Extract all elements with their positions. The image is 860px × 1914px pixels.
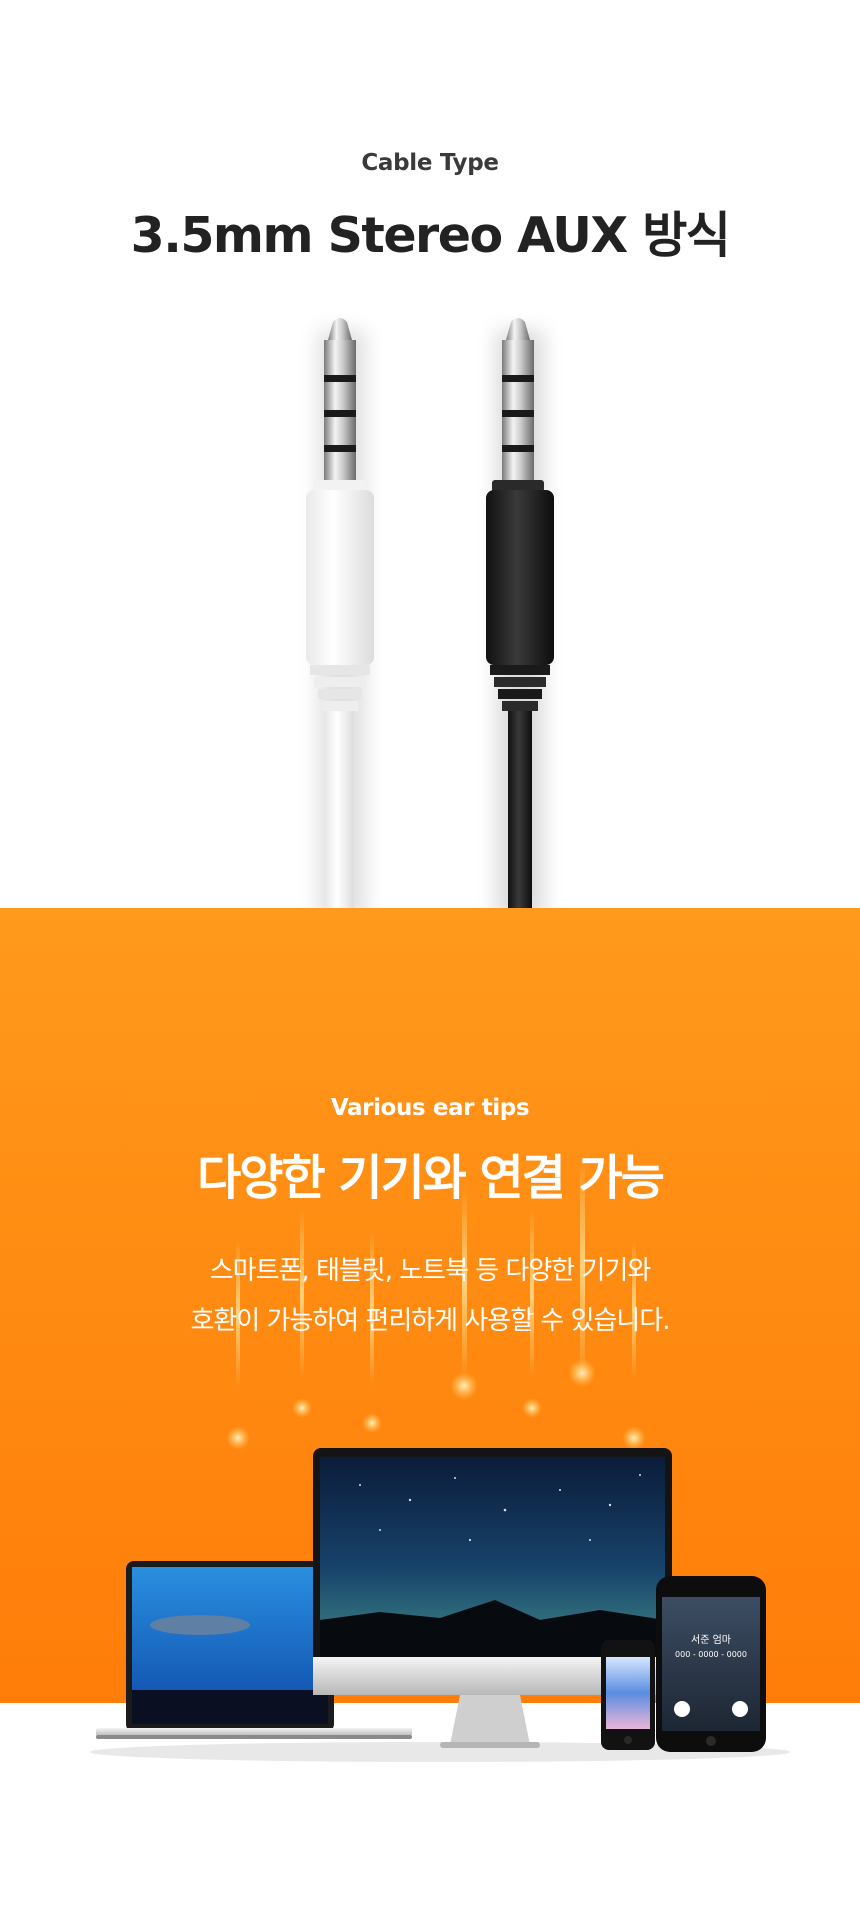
caller-number: 000 - 0000 - 0000: [675, 1650, 747, 1659]
whale-shark: [150, 1615, 250, 1635]
answer-call-icon: [674, 1701, 690, 1717]
devices-subtitle: Various ear tips: [330, 1095, 530, 1121]
description-line-2: 호환이 가능하여 편리하게 사용할 수 있습니다.: [190, 1306, 670, 1336]
description-line-1: 스마트폰, 태블릿, 노트북 등 다양한 기기와: [209, 1256, 652, 1286]
cable-type-subtitle: Cable Type: [361, 150, 499, 176]
aux-cables-illustration: [306, 318, 554, 908]
large-smartphone-device: 서준 엄마 000 - 0000 - 0000: [656, 1576, 766, 1752]
small-smartphone-device: [601, 1640, 655, 1750]
caller-name: 서준 엄마: [691, 1634, 731, 1646]
devices-title: 다양한 기기와 연결 가능: [197, 1150, 665, 1206]
devices-illustration: 서준 엄마 000 - 0000 - 0000: [90, 1448, 790, 1762]
decline-call-icon: [732, 1701, 748, 1717]
cable-type-title: 3.5mm Stereo AUX 방식: [130, 207, 731, 264]
devices-description: 스마트폰, 태블릿, 노트북 등 다양한 기기와 호환이 가능하여 편리하게 사…: [0, 1246, 860, 1346]
